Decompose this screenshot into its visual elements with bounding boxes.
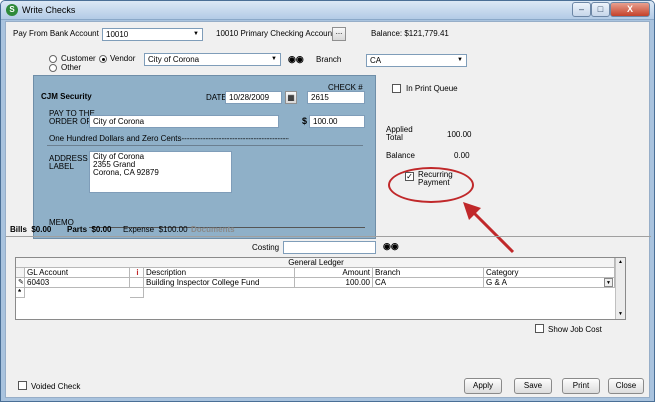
close-button[interactable]: Close	[608, 378, 644, 394]
check-number-field[interactable]: 2615	[307, 91, 365, 104]
col-amount[interactable]: Amount	[295, 268, 373, 278]
balance-label: Balance	[386, 151, 415, 160]
chevron-down-icon[interactable]: ▼	[455, 56, 465, 65]
bank-balance: Balance: $121,779.41	[371, 29, 449, 38]
applied-total-value: 100.00	[447, 130, 472, 139]
calendar-icon[interactable]: ▦	[285, 91, 297, 104]
row-category-value: G & A	[486, 278, 507, 287]
row-gl-account[interactable]: 60403	[25, 278, 130, 288]
payee-field[interactable]: City of Corona	[89, 115, 279, 128]
branch-value: CA	[370, 56, 382, 65]
form-body: Pay From Bank Account 10010 ▼ 10010 Prim…	[5, 21, 651, 398]
minimize-button[interactable]: –	[572, 2, 591, 17]
window-title: Write Checks	[22, 5, 76, 15]
show-job-cost-checkbox[interactable]	[535, 324, 544, 333]
date-field[interactable]: 10/28/2009	[225, 91, 282, 104]
amount-in-words: One Hundred Dollars and Zero Cents------…	[49, 134, 289, 143]
binoculars-icon[interactable]: ◉◉	[383, 241, 399, 253]
edit-pencil-icon: ✎	[16, 278, 25, 288]
voided-check-label: Voided Check	[31, 382, 81, 391]
branch-label: Branch	[316, 55, 342, 64]
costing-field[interactable]	[283, 241, 376, 254]
write-checks-window: S Write Checks – □ X Pay From Bank Accou…	[0, 0, 655, 402]
col-category[interactable]: Category	[484, 268, 615, 278]
tab-parts-amount: $0.00	[91, 225, 112, 234]
tab-expense-amount: $100.00	[158, 225, 188, 234]
close-window-button[interactable]: X	[610, 2, 650, 17]
print-queue-label: In Print Queue	[406, 84, 458, 93]
scroll-up-icon[interactable]: ▲	[616, 258, 625, 267]
order-of-label: ORDER OF	[49, 117, 92, 126]
branch-combo[interactable]: CA ▼	[366, 54, 467, 67]
vendor-radio[interactable]	[99, 55, 107, 63]
show-job-cost-label: Show Job Cost	[548, 325, 602, 334]
tab-strip: Bills $0.00 Parts $0.00 Expense $100.00 …	[6, 222, 651, 236]
app-icon: S	[6, 4, 18, 16]
dollar-sign: $	[302, 116, 308, 126]
check-panel: CJM Security CHECK # 2615 DATE 10/28/200…	[33, 75, 376, 239]
tab-parts-label: Parts	[67, 225, 88, 234]
row-branch[interactable]: CA	[373, 278, 484, 288]
scroll-down-icon[interactable]: ▼	[616, 310, 625, 319]
chevron-down-icon[interactable]: ▼	[604, 278, 613, 287]
title-bar: S Write Checks – □ X	[1, 1, 654, 20]
row-description[interactable]: Building Inspector College Fund	[144, 278, 295, 288]
tab-expense[interactable]: Expense $100.00	[123, 225, 188, 234]
bank-lookup-button[interactable]: ...	[332, 27, 346, 41]
gl-group-header: General Ledger	[16, 258, 615, 268]
bank-account-label: Pay From Bank Account	[13, 29, 99, 38]
tab-bills[interactable]: Bills $0.00	[10, 225, 51, 234]
company-name: CJM Security	[41, 92, 92, 101]
amount-field[interactable]: 100.00	[309, 115, 365, 128]
bank-account-value: 10010	[106, 30, 129, 39]
vertical-scrollbar[interactable]: ▲ ▼	[615, 258, 625, 319]
maximize-button[interactable]: □	[591, 2, 610, 17]
info-icon[interactable]: i	[130, 268, 144, 278]
col-branch[interactable]: Branch	[373, 268, 484, 278]
address-line: Corona, CA 92879	[93, 168, 159, 177]
tab-bills-amount: $0.00	[31, 225, 52, 234]
other-radio-label: Other	[61, 63, 82, 72]
print-queue-checkbox[interactable]	[392, 84, 401, 93]
new-row-info-cell[interactable]	[130, 288, 144, 298]
apply-button[interactable]: Apply	[464, 378, 502, 394]
vendor-radio-label: Vendor	[110, 54, 136, 63]
total-label: Total	[386, 133, 403, 142]
vendor-combo[interactable]: City of Corona ▼	[144, 53, 281, 66]
customer-radio[interactable]	[49, 55, 57, 63]
col-gl-account[interactable]: GL Account	[25, 268, 130, 278]
print-button[interactable]: Print	[562, 378, 600, 394]
customer-radio-label: Customer	[61, 54, 96, 63]
voided-check-checkbox[interactable]	[18, 381, 27, 390]
costing-label: Costing	[252, 243, 280, 252]
tab-parts[interactable]: Parts $0.00	[67, 225, 112, 234]
bank-account-description: 10010 Primary Checking Account*	[216, 29, 338, 38]
gl-grid: General Ledger GL Account i Description …	[15, 257, 626, 320]
tab-expense-label: Expense	[123, 225, 155, 234]
payment-label: Payment	[418, 178, 450, 187]
row-category[interactable]: G & A ▼	[484, 278, 615, 288]
balance-value: 0.00	[454, 151, 470, 160]
col-description[interactable]: Description	[144, 268, 295, 278]
address-label-2: LABEL	[49, 162, 74, 171]
tab-documents[interactable]: Documents	[191, 225, 235, 234]
new-row-marker: *	[16, 288, 25, 298]
save-button[interactable]: Save	[514, 378, 552, 394]
tab-bills-label: Bills	[10, 225, 27, 234]
other-radio[interactable]	[49, 64, 57, 72]
bank-account-combo[interactable]: 10010 ▼	[102, 28, 203, 41]
address-textarea[interactable]: City of Corona 2355 Grand Corona, CA 928…	[89, 151, 232, 193]
binoculars-icon[interactable]: ◉◉	[288, 53, 304, 65]
row-amount[interactable]: 100.00	[295, 278, 373, 288]
chevron-down-icon[interactable]: ▼	[191, 30, 201, 39]
chevron-down-icon[interactable]: ▼	[269, 55, 279, 64]
row-info-cell[interactable]	[130, 278, 144, 288]
date-label: DATE	[206, 93, 227, 102]
vendor-value: City of Corona	[148, 55, 200, 64]
recurring-payment-checkbox[interactable]: ✓	[405, 172, 414, 181]
row-header-cell	[16, 268, 25, 278]
